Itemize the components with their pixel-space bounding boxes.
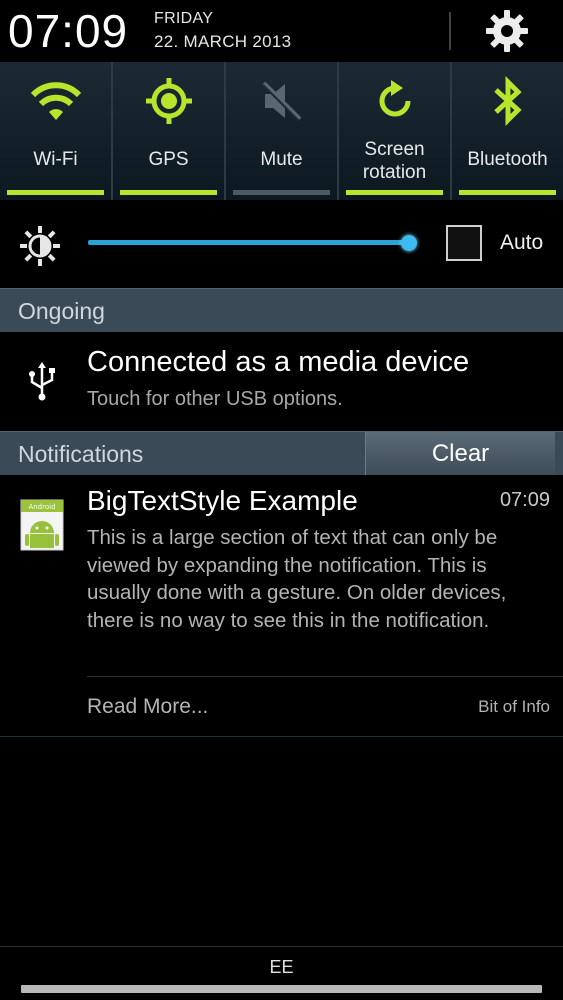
auto-brightness-checkbox[interactable] (446, 225, 482, 261)
usb-notification[interactable]: Connected as a media device Touch for ot… (0, 332, 563, 430)
bluetooth-icon (493, 76, 522, 126)
toggle-label: Bluetooth (467, 149, 548, 170)
toggle-label: Screen rotation (362, 139, 427, 183)
status-header: 07:09 FRIDAY 22. MARCH 2013 (0, 0, 563, 62)
auto-brightness-label: Auto (500, 231, 544, 254)
section-title: Ongoing (18, 298, 105, 324)
brightness-slider-thumb[interactable] (401, 235, 418, 251)
quick-settings-panel: Wi-Fi GPS Mute Screen rotation Bluetooth (0, 62, 563, 200)
clear-button[interactable]: Clear (365, 432, 555, 475)
ongoing-header: Ongoing (0, 288, 563, 332)
brightness-row: Auto (0, 200, 563, 288)
notification-title: Connected as a media device (87, 346, 470, 378)
toggle-indicator (233, 190, 330, 195)
header-divider (449, 12, 451, 50)
notification-time: 07:09 (499, 489, 550, 511)
toggle-mute[interactable]: Mute (226, 62, 339, 200)
notification-body: This is a large section of text that can… (87, 526, 507, 632)
footer-divider (0, 946, 563, 947)
toggle-label: Mute (260, 149, 303, 170)
notifications-header: Notifications Clear (0, 431, 563, 475)
toggle-bluetooth[interactable]: Bluetooth (452, 62, 563, 200)
toggle-gps[interactable]: GPS (113, 62, 226, 200)
notification-title: BigTextStyle Example (87, 485, 358, 516)
usb-icon (29, 362, 55, 401)
wifi-icon (30, 82, 81, 120)
section-title: Notifications (18, 441, 144, 467)
panel-drag-handle[interactable] (21, 985, 542, 993)
android-app-icon: Android (20, 499, 64, 551)
toggle-indicator (346, 190, 443, 195)
notification-divider (87, 676, 563, 677)
toggle-indicator (459, 190, 556, 195)
brightness-icon (20, 226, 60, 266)
toggle-indicator (7, 190, 104, 195)
mute-icon (261, 81, 301, 122)
svg-text:Android: Android (28, 503, 55, 511)
gear-icon (486, 10, 528, 52)
toggle-label: GPS (148, 149, 189, 170)
settings-button[interactable] (478, 8, 536, 54)
date-label: 22. MARCH 2013 (154, 32, 292, 51)
toggle-indicator (120, 190, 217, 195)
toggle-screen-rotation[interactable]: Screen rotation (339, 62, 452, 200)
rotation-icon (379, 80, 410, 117)
notification-summary: Bit of Info (478, 697, 550, 716)
notification-item[interactable]: Android BigTextStyle Example 07:09 This … (0, 475, 563, 737)
day-label: FRIDAY (154, 10, 214, 27)
brightness-slider[interactable] (88, 240, 410, 245)
notification-subtitle: Touch for other USB options. (87, 388, 343, 410)
carrier-label: EE (269, 957, 294, 977)
gps-icon (145, 78, 192, 124)
read-more-action[interactable]: Read More... (87, 695, 208, 719)
clock: 07:09 (8, 5, 129, 57)
toggle-label: Wi-Fi (33, 149, 78, 170)
toggle-wifi[interactable]: Wi-Fi (0, 62, 113, 200)
